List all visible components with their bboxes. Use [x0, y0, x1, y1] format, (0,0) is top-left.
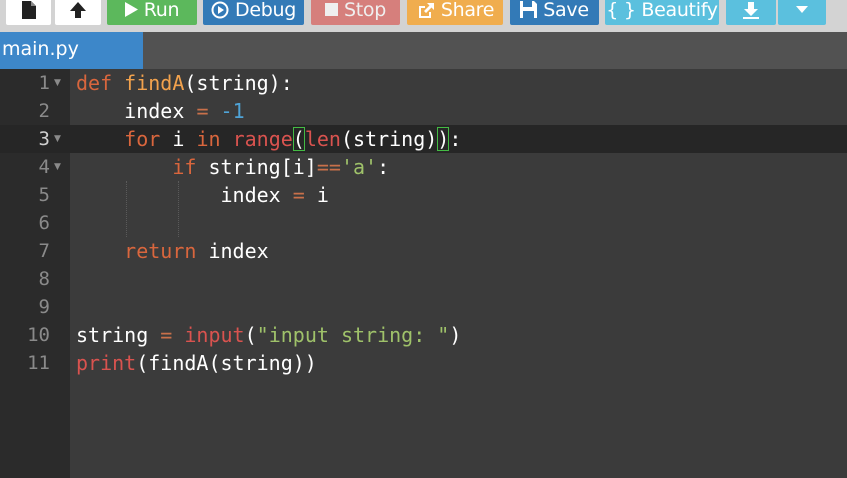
- line-number: 1: [38, 72, 50, 94]
- fold-toggle-icon[interactable]: ▼: [54, 125, 64, 153]
- tab-bar: main.py: [0, 32, 847, 69]
- beautify-label: { } Beautify: [606, 0, 718, 21]
- debug-button[interactable]: Debug: [203, 0, 304, 25]
- line-number: 6: [38, 212, 50, 234]
- stop-label: Stop: [344, 0, 386, 21]
- download-icon: [742, 1, 760, 19]
- new-file-icon: [21, 0, 36, 19]
- line-number: 5: [38, 184, 50, 206]
- code-line-10: string = input("input string: "): [76, 323, 462, 347]
- fold-toggle-icon[interactable]: ▼: [54, 69, 64, 97]
- debug-label: Debug: [235, 0, 296, 21]
- code-line-11: print(findA(string)): [76, 351, 317, 375]
- upload-button[interactable]: [55, 0, 101, 25]
- save-button[interactable]: Save: [510, 0, 599, 25]
- stop-button[interactable]: Stop: [311, 0, 400, 25]
- line-number: 3: [38, 128, 50, 150]
- caret-down-icon: [796, 5, 808, 14]
- line-number: 2: [38, 100, 50, 122]
- matching-bracket: ): [437, 127, 450, 151]
- line-number: 9: [38, 296, 50, 318]
- code-line-3: for i in range(len(string)):: [124, 127, 462, 151]
- line-number: 7: [38, 240, 50, 262]
- line-number: 11: [27, 352, 50, 374]
- debug-play-circle-icon: [211, 1, 229, 19]
- run-label: Run: [143, 0, 180, 21]
- matching-bracket: (: [292, 127, 305, 151]
- code-line-5: index = i: [220, 183, 329, 207]
- upload-icon: [68, 1, 88, 19]
- code-line-4: if string[i]=='a':: [172, 155, 390, 179]
- beautify-button[interactable]: { } Beautify: [605, 0, 719, 25]
- line-number: 10: [27, 324, 50, 346]
- new-file-button[interactable]: [6, 0, 51, 25]
- stop-square-icon: [325, 2, 338, 17]
- play-icon: [124, 2, 138, 17]
- tab-main-py[interactable]: main.py: [0, 32, 143, 69]
- floppy-disk-icon: [520, 1, 538, 18]
- code-line-7: return index: [124, 239, 269, 263]
- code-line-1: def findA(string):: [76, 71, 293, 95]
- save-label: Save: [543, 0, 589, 21]
- share-icon: [416, 1, 435, 19]
- line-number: 8: [38, 268, 50, 290]
- line-number: 4: [38, 156, 50, 178]
- code-line-2: index = -1: [124, 99, 245, 123]
- download-menu-button[interactable]: [778, 0, 826, 25]
- run-button[interactable]: Run: [107, 0, 197, 25]
- toolbar: Run Debug Stop Share Save { } Beautify: [0, 0, 847, 32]
- fold-toggle-icon[interactable]: ▼: [54, 153, 64, 181]
- share-button[interactable]: Share: [407, 0, 503, 25]
- download-button[interactable]: [726, 0, 776, 25]
- share-label: Share: [440, 0, 495, 21]
